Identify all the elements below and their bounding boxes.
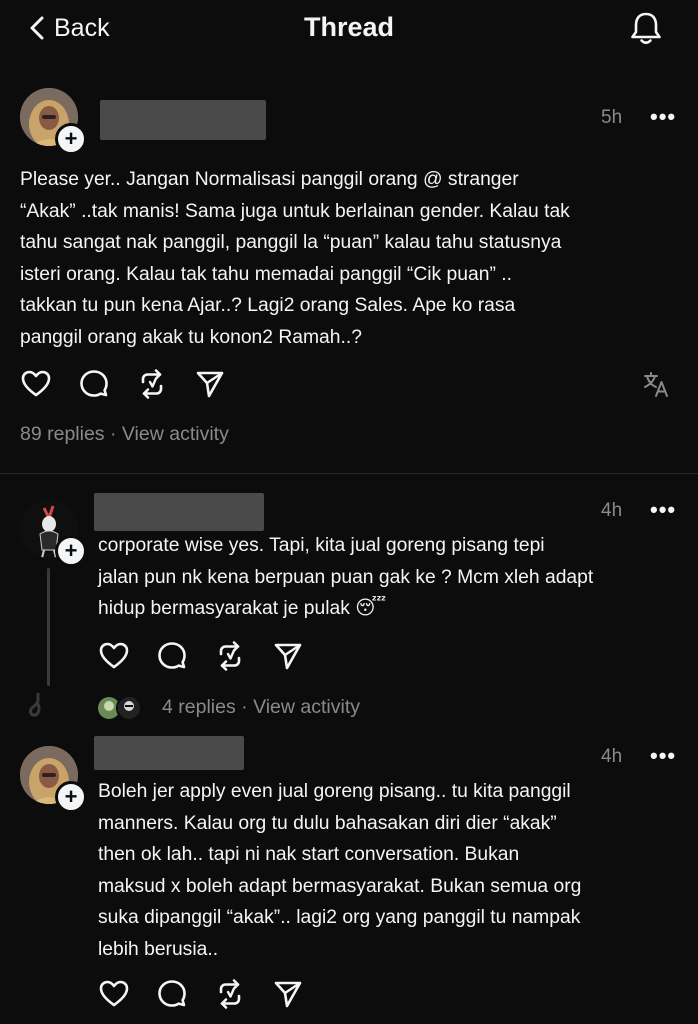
follow-plus-icon[interactable]: + [55, 535, 87, 567]
reply1-meta: 4 replies · View activity [162, 696, 360, 719]
reply2-more-options-icon[interactable]: ••• [650, 743, 676, 769]
share-button[interactable] [272, 978, 304, 1010]
reply1-time: 4h [601, 500, 623, 521]
reply2-text: Boleh jer apply even jual goreng pisang.… [98, 781, 582, 960]
share-button[interactable] [194, 368, 226, 400]
send-icon [274, 981, 302, 1008]
repost-button[interactable] [136, 368, 168, 400]
follow-plus-icon[interactable]: + [55, 781, 87, 813]
page-title: Thread [303, 12, 395, 42]
bell-icon [631, 12, 661, 45]
like-button[interactable] [98, 978, 130, 1010]
reply1-avatar[interactable]: + [20, 500, 87, 567]
like-button[interactable] [20, 368, 52, 400]
meta-separator: · [109, 423, 117, 445]
view-activity-link[interactable]: View activity [253, 696, 360, 718]
post-time: 5h [601, 107, 623, 128]
heart-icon [21, 370, 51, 397]
author-avatar[interactable]: + [20, 88, 87, 155]
mini-avatar [116, 695, 142, 721]
reply2-avatar[interactable]: + [20, 746, 87, 813]
follow-plus-icon[interactable]: + [55, 123, 87, 155]
heart-icon [99, 642, 129, 669]
redacted-username [94, 736, 244, 770]
repost-icon [219, 641, 241, 671]
comment-button[interactable] [156, 978, 188, 1010]
comment-button[interactable] [78, 368, 110, 400]
send-icon [196, 371, 224, 398]
reply2-actions [98, 978, 304, 1010]
heart-icon [99, 980, 129, 1007]
repost-button[interactable] [214, 640, 246, 672]
replies-count[interactable]: 4 replies [162, 696, 236, 718]
reply1-actions [98, 640, 304, 672]
comment-icon [80, 370, 108, 397]
notifications-button[interactable] [628, 10, 664, 46]
reply1-more-options-icon[interactable]: ••• [650, 497, 676, 523]
divider [0, 473, 698, 474]
thread-curl-icon [24, 692, 52, 722]
comment-icon [158, 642, 186, 669]
translate-button[interactable] [642, 370, 670, 398]
redacted-username [94, 493, 264, 531]
translate-icon [644, 372, 668, 397]
post-meta: 89 replies · View activity [20, 423, 229, 446]
send-icon [274, 643, 302, 670]
more-options-icon[interactable]: ••• [650, 104, 676, 130]
repost-icon [141, 369, 163, 399]
comment-button[interactable] [156, 640, 188, 672]
meta-separator: · [241, 696, 248, 718]
post-text: Please yer.. Jangan Normalisasi panggil … [20, 169, 570, 348]
thread-line [47, 568, 50, 686]
comment-icon [158, 980, 186, 1007]
reply-avatars [96, 695, 142, 721]
repost-button[interactable] [214, 978, 246, 1010]
repost-icon [219, 979, 241, 1009]
share-button[interactable] [272, 640, 304, 672]
post-actions [20, 368, 226, 400]
view-activity-link[interactable]: View activity [122, 423, 229, 445]
reply2-time: 4h [601, 746, 623, 767]
redacted-username [100, 100, 266, 140]
replies-count[interactable]: 89 replies [20, 423, 105, 445]
like-button[interactable] [98, 640, 130, 672]
reply1-text: corporate wise yes. Tapi, kita jual gore… [98, 535, 594, 619]
